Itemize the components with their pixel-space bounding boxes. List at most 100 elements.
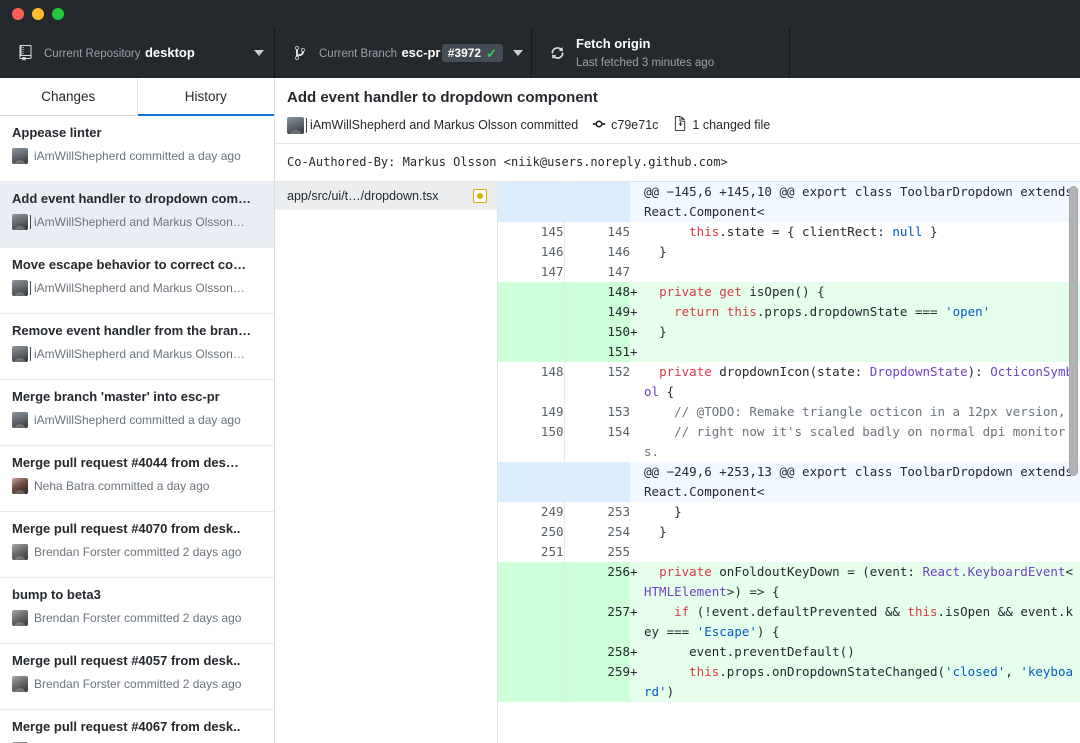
commit-sha[interactable]: c79e71c: [592, 117, 658, 134]
commit-list-item[interactable]: Remove event handler from the bran… iAmWi…: [0, 314, 274, 380]
diff-row-add[interactable]: 148 + private get isOpen() {: [498, 282, 1080, 302]
diff-line-content: }: [644, 322, 1080, 342]
diff-old-line-number: 251: [498, 542, 564, 562]
close-window-button[interactable]: [12, 8, 24, 20]
diff-row-ctx: 150 154 // right now it's scaled badly on…: [498, 422, 1080, 462]
commit-list-item[interactable]: Appease linter iAmWillShepherd committed …: [0, 116, 274, 182]
current-branch-button[interactable]: Current Branch esc-pr #3972 ✓: [275, 28, 532, 78]
diff-scrollbar-thumb[interactable]: [1069, 186, 1078, 476]
fetch-origin-button[interactable]: Fetch origin Last fetched 3 minutes ago: [532, 28, 790, 78]
diff-viewer[interactable]: @@ −145,6 +145,10 @@ export class Toolba…: [498, 182, 1080, 743]
commit-meta: iAmWillShepherd and Markus Olsson commit…: [287, 116, 1068, 143]
code-token: null: [892, 224, 923, 239]
code-token: @@ −249,6 +253,13 @@ export class Toolba…: [644, 464, 1073, 499]
diff-row-add[interactable]: 151 +: [498, 342, 1080, 362]
diff-new-line-number: 257: [563, 602, 630, 642]
tab-history-label: History: [184, 89, 227, 104]
diff-new-line-number: 146: [563, 242, 630, 262]
github-desktop-window: Current Repository desktop Current Branc…: [0, 0, 1080, 743]
diff-scrollbar-track[interactable]: [1067, 182, 1080, 743]
commit-list-item-author: Neha Batra committed a day ago: [34, 479, 210, 493]
diff-old-line-number: 150: [498, 422, 564, 462]
diff-line-sign: [630, 222, 644, 242]
diff-new-line-number: 154: [563, 422, 630, 462]
code-token: if: [674, 604, 690, 619]
changed-file-path: app/src/ui/t…/dropdown.tsx: [287, 189, 439, 203]
diff-new-line-number: 152: [563, 362, 630, 402]
diff-old-line-number: 147: [498, 262, 564, 282]
fetch-origin-text: Fetch origin Last fetched 3 minutes ago: [576, 35, 779, 71]
commit-list-item[interactable]: Merge pull request #4044 from des… Neha B…: [0, 446, 274, 512]
code-token: React.KeyboardEvent: [922, 564, 1066, 579]
changed-file-list[interactable]: app/src/ui/t…/dropdown.tsx: [275, 182, 498, 743]
diff-line-sign: [630, 502, 644, 522]
commit-list-item[interactable]: Merge pull request #4057 from desk.. Bren…: [0, 644, 274, 710]
commit-list-item[interactable]: Merge pull request #4070 from desk.. Bren…: [0, 512, 274, 578]
pull-request-badge[interactable]: #3972 ✓: [441, 44, 503, 62]
commit-list-item[interactable]: Move escape behavior to correct co… iAmWi…: [0, 248, 274, 314]
diff-line-sign: [630, 542, 644, 562]
diff-row-ctx: 147 147: [498, 262, 1080, 282]
changed-files-text: 1 changed file: [692, 118, 771, 132]
changed-file-row[interactable]: app/src/ui/t…/dropdown.tsx: [275, 182, 497, 210]
code-token: this: [689, 664, 720, 679]
current-repository-button[interactable]: Current Repository desktop: [0, 28, 275, 78]
commit-list-item[interactable]: bump to beta3 Brendan Forster committed 2…: [0, 578, 274, 644]
commit-list-item-title: Add event handler to dropdown com…: [12, 191, 252, 206]
maximize-window-button[interactable]: [52, 8, 64, 20]
diff-row-ctx: 249 253 }: [498, 502, 1080, 522]
code-token: event.preventDefault(): [644, 644, 855, 659]
branch-icon: [289, 45, 311, 61]
commit-list-item-author: Brendan Forster committed 2 days ago: [34, 545, 242, 559]
diff-row-add[interactable]: 150 + }: [498, 322, 1080, 342]
diff-new-line-number: 153: [563, 402, 630, 422]
commit-list-item[interactable]: Add event handler to dropdown com… iAmWil…: [0, 182, 274, 248]
commit-list-item-title: Merge pull request #4044 from des…: [12, 455, 239, 470]
diff-row-add[interactable]: 259 + this.props.onDropdownStateChanged('…: [498, 662, 1080, 702]
commit-list-item-author: iAmWillShepherd committed a day ago: [34, 149, 241, 163]
commit-list[interactable]: Appease linter iAmWillShepherd committed …: [0, 116, 274, 743]
minimize-window-button[interactable]: [32, 8, 44, 20]
code-token: HTMLElement: [644, 584, 727, 599]
code-token: (!event.defaultPrevented &&: [689, 604, 908, 619]
diff-new-line-number: 259: [563, 662, 630, 702]
commit-sha-text: c79e71c: [611, 118, 659, 132]
code-token: 'open': [945, 304, 991, 319]
diff-line-content: }: [644, 502, 1080, 522]
current-branch-value: esc-pr: [401, 45, 441, 60]
diff-row-add[interactable]: 256 + private onFoldoutKeyDown = (event: …: [498, 562, 1080, 602]
diff-row-add[interactable]: 257 + if (!event.defaultPrevented && this…: [498, 602, 1080, 642]
diff-line-content: [644, 542, 1080, 562]
commit-list-item-title: Merge pull request #4057 from desk..: [12, 653, 241, 668]
commit-description: Co-Authored-By: Markus Olsson <niik@user…: [275, 143, 1080, 181]
diff-old-line-number: [498, 602, 564, 642]
diff-row-add[interactable]: 149 + return this.props.dropdownState ===…: [498, 302, 1080, 322]
tab-history[interactable]: History: [137, 78, 275, 116]
diff-row-add[interactable]: 258 + event.preventDefault(): [498, 642, 1080, 662]
diff-row-ctx: 251 255: [498, 542, 1080, 562]
diff-new-line-number: 149: [563, 302, 630, 322]
diff-new-line-number: 147: [563, 262, 630, 282]
diff-line-sign: [630, 242, 644, 262]
commit-list-item-author: iAmWillShepherd and Markus Olsson…: [34, 215, 245, 229]
diff-new-line-number: [563, 462, 630, 502]
diff-line-content: private dropdownIcon(state: DropdownStat…: [644, 362, 1080, 402]
commit-list-item[interactable]: Merge branch 'master' into esc-pr iAmWill…: [0, 380, 274, 446]
diff-old-line-number: [498, 282, 564, 302]
pull-request-number: #3972: [447, 46, 482, 60]
code-token: // right now it's scaled badly on normal…: [644, 424, 1066, 459]
tab-changes[interactable]: Changes: [0, 78, 138, 115]
diff-row-hunk: @@ −249,6 +253,13 @@ export class Toolba…: [498, 462, 1080, 502]
diff-line-content: @@ −145,6 +145,10 @@ export class Toolba…: [644, 182, 1080, 222]
diff-old-line-number: [498, 642, 564, 662]
code-token: private: [659, 364, 712, 379]
changed-files-summary: 1 changed file: [674, 116, 770, 134]
titlebar: [0, 0, 1080, 28]
diff-line-content: private onFoldoutKeyDown = (event: React…: [644, 562, 1080, 602]
repo-icon: [14, 45, 36, 61]
commit-list-item[interactable]: Merge pull request #4067 from desk..Bren…: [0, 710, 274, 743]
current-repository-value: desktop: [144, 45, 195, 60]
